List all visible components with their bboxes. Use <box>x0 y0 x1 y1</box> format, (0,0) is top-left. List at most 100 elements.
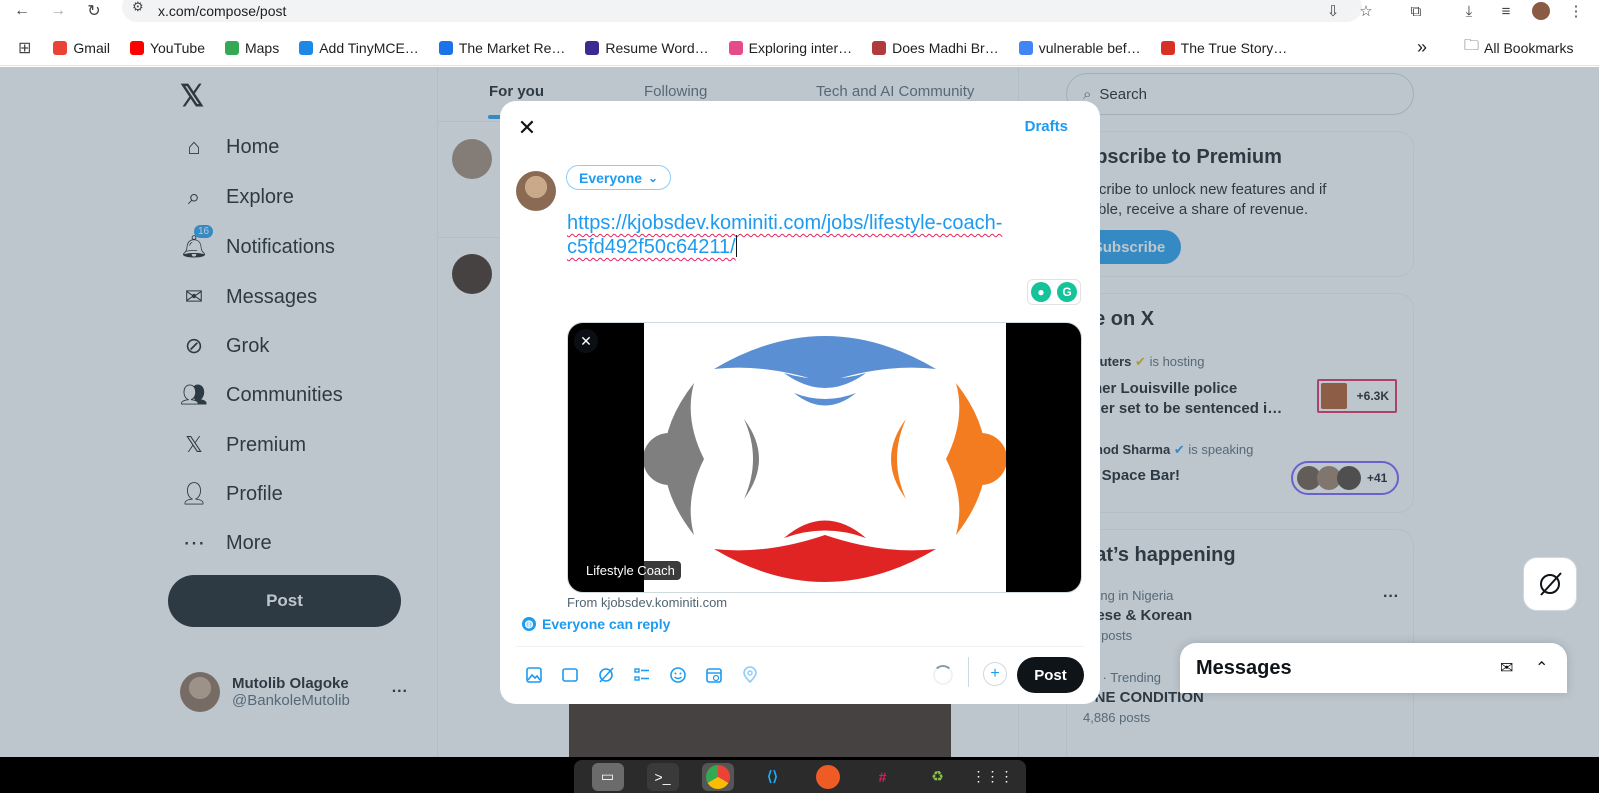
bookmark-item[interactable]: Gmail <box>53 40 110 56</box>
reload-icon[interactable]: ↻ <box>80 0 108 22</box>
poll-icon[interactable] <box>624 657 660 693</box>
messages-drawer[interactable]: Messages ✉ ⌃ <box>1180 643 1567 693</box>
compose-text-line: https://kjobsdev.kominiti.com/jobs/lifes… <box>567 212 1003 234</box>
logo-orange-dot <box>955 433 1007 485</box>
divider <box>516 646 1084 647</box>
bookmark-favicon-icon <box>728 40 743 55</box>
audience-label: Everyone <box>579 169 643 186</box>
add-post-icon[interactable]: + <box>983 662 1007 686</box>
reply-setting-button[interactable]: ◍ Everyone can reply <box>522 616 670 632</box>
all-bookmarks[interactable]: All Bookmarks <box>1484 40 1573 56</box>
expand-icon[interactable]: ⌃ <box>1535 658 1548 678</box>
postman-icon[interactable] <box>812 763 844 791</box>
chrome-menu-icon[interactable]: ⋮ <box>1565 0 1587 22</box>
bookmark-label: vulnerable bef… <box>1038 39 1141 56</box>
new-message-icon[interactable]: ✉ <box>1500 658 1513 678</box>
bookmark-label: The Market Re… <box>458 39 566 56</box>
browser-toolbar: ← → ↻ ⚙ x.com/compose/post ⇩ ☆ ⧉ ⤓ ≡ ⋮ <box>0 0 1599 22</box>
compose-modal: ✕ Drafts Everyone ⌄ https://kjobsdev.kom… <box>500 101 1100 704</box>
bookmarks-bar: ⊞ Gmail YouTube Maps Add TinyMCE… The Market… <box>0 30 1599 66</box>
chevron-down-icon: ⌄ <box>648 170 659 185</box>
vscode-icon[interactable]: ⟨⟩ <box>757 763 789 791</box>
bookmark-favicon-icon <box>438 40 453 55</box>
install-icon[interactable]: ⇩ <box>1322 0 1344 22</box>
bookmark-label: Gmail <box>73 39 110 56</box>
bookmark-favicon-icon <box>1160 40 1175 55</box>
bookmark-item[interactable]: Exploring inter… <box>728 40 852 56</box>
close-icon[interactable]: ✕ <box>512 113 542 143</box>
compose-toolbar <box>516 657 768 693</box>
apps-grid-icon[interactable]: ⊞ <box>18 38 31 58</box>
folder-icon: 🗀 <box>1464 37 1480 54</box>
files-icon[interactable]: ▭ <box>591 762 624 791</box>
bookmark-favicon-icon <box>53 40 68 55</box>
post-submit-button[interactable]: Post <box>1017 657 1084 693</box>
bookmark-item[interactable]: The Market Re… <box>438 39 566 56</box>
grok-icon <box>1540 572 1562 596</box>
card-title-label: Lifestyle Coach <box>580 561 681 580</box>
bookmark-item[interactable]: The True Story… <box>1160 39 1288 56</box>
audience-selector[interactable]: Everyone ⌄ <box>566 165 672 190</box>
messages-drawer-title: Messages <box>1196 656 1292 679</box>
media-icon[interactable]: ≡ <box>1495 0 1517 22</box>
download-icon[interactable]: ⤓ <box>1458 0 1480 22</box>
reply-setting-label: Everyone can reply <box>542 616 671 632</box>
grammarly-widget[interactable]: ● G <box>1027 279 1081 305</box>
bookmark-favicon-icon <box>872 40 887 55</box>
bookmark-favicon-icon <box>299 40 314 55</box>
card-source-domain: From kjobsdev.kominiti.com <box>567 595 728 610</box>
grok-icon[interactable] <box>588 657 624 693</box>
bookmark-item[interactable]: Add TinyMCE… <box>299 40 419 56</box>
gif-icon[interactable] <box>552 657 588 693</box>
star-icon[interactable]: ☆ <box>1355 0 1377 22</box>
slack-icon[interactable]: # <box>867 763 899 791</box>
compose-textarea[interactable]: https://kjobsdev.kominiti.com/jobs/lifes… <box>567 211 1067 259</box>
bookmark-favicon-icon <box>1018 40 1033 55</box>
bookmark-favicon-icon <box>129 40 144 55</box>
compose-text-line: c5fd492f50c64211/ <box>567 235 1067 259</box>
drafts-button[interactable]: Drafts <box>1025 118 1068 135</box>
bookmark-favicon-icon <box>585 40 600 55</box>
os-taskbar: ▭ >_ ⟨⟩ # ♻ ⋮⋮⋮ <box>0 757 1599 793</box>
lightbulb-icon[interactable]: ● <box>1031 282 1051 302</box>
bookmark-label: Add TinyMCE… <box>319 39 419 56</box>
bookmark-item[interactable]: Resume Word… <box>585 39 709 56</box>
link-card-preview[interactable]: ✕ Lifestyle Coach <box>567 322 1082 593</box>
schedule-icon[interactable] <box>696 657 732 693</box>
bookmark-item[interactable]: YouTube <box>129 39 205 56</box>
bookmark-label: Maps <box>244 39 280 56</box>
site-info-icon[interactable]: ⚙ <box>132 0 148 15</box>
extensions-icon[interactable]: ⧉ <box>1405 0 1427 22</box>
logo-gray-dot <box>643 433 695 485</box>
more-bookmarks-icon[interactable]: » <box>1417 37 1427 58</box>
text-caret <box>735 235 737 257</box>
bookmark-label: Does Madhi Br… <box>892 39 999 56</box>
back-icon[interactable]: ← <box>8 0 36 22</box>
profile-avatar[interactable] <box>1530 0 1552 22</box>
bookmark-label: The True Story… <box>1180 39 1288 56</box>
grammarly-icon[interactable]: G <box>1057 282 1077 302</box>
bookmark-label: YouTube <box>149 39 205 56</box>
media-icon[interactable] <box>516 657 552 693</box>
bookmark-item[interactable]: Maps <box>224 39 280 56</box>
bookmark-item[interactable]: Does Madhi Br… <box>872 40 999 56</box>
remove-card-icon[interactable]: ✕ <box>574 329 598 353</box>
url-text: x.com/compose/post <box>158 3 287 19</box>
avatar <box>516 171 556 211</box>
location-icon[interactable] <box>732 657 768 693</box>
toolbar-divider <box>968 657 969 687</box>
terminal-icon[interactable]: >_ <box>646 762 679 791</box>
card-image <box>643 323 1007 592</box>
bookmark-label: Resume Word… <box>605 39 709 56</box>
bookmark-favicon-icon <box>224 40 239 55</box>
address-bar[interactable]: ⚙ x.com/compose/post <box>122 0 1362 22</box>
app-grid-icon[interactable]: ⋮⋮⋮ <box>972 763 1014 791</box>
bookmark-item[interactable]: vulnerable bef… <box>1018 39 1141 56</box>
chrome-icon[interactable] <box>701 762 734 791</box>
forward-icon[interactable]: → <box>44 0 72 22</box>
trash-icon[interactable]: ♻ <box>922 763 954 791</box>
character-progress-ring <box>933 665 953 685</box>
grok-float-button[interactable] <box>1523 557 1577 611</box>
emoji-icon[interactable] <box>660 657 696 693</box>
kominiti-logo-icon <box>643 324 1007 592</box>
